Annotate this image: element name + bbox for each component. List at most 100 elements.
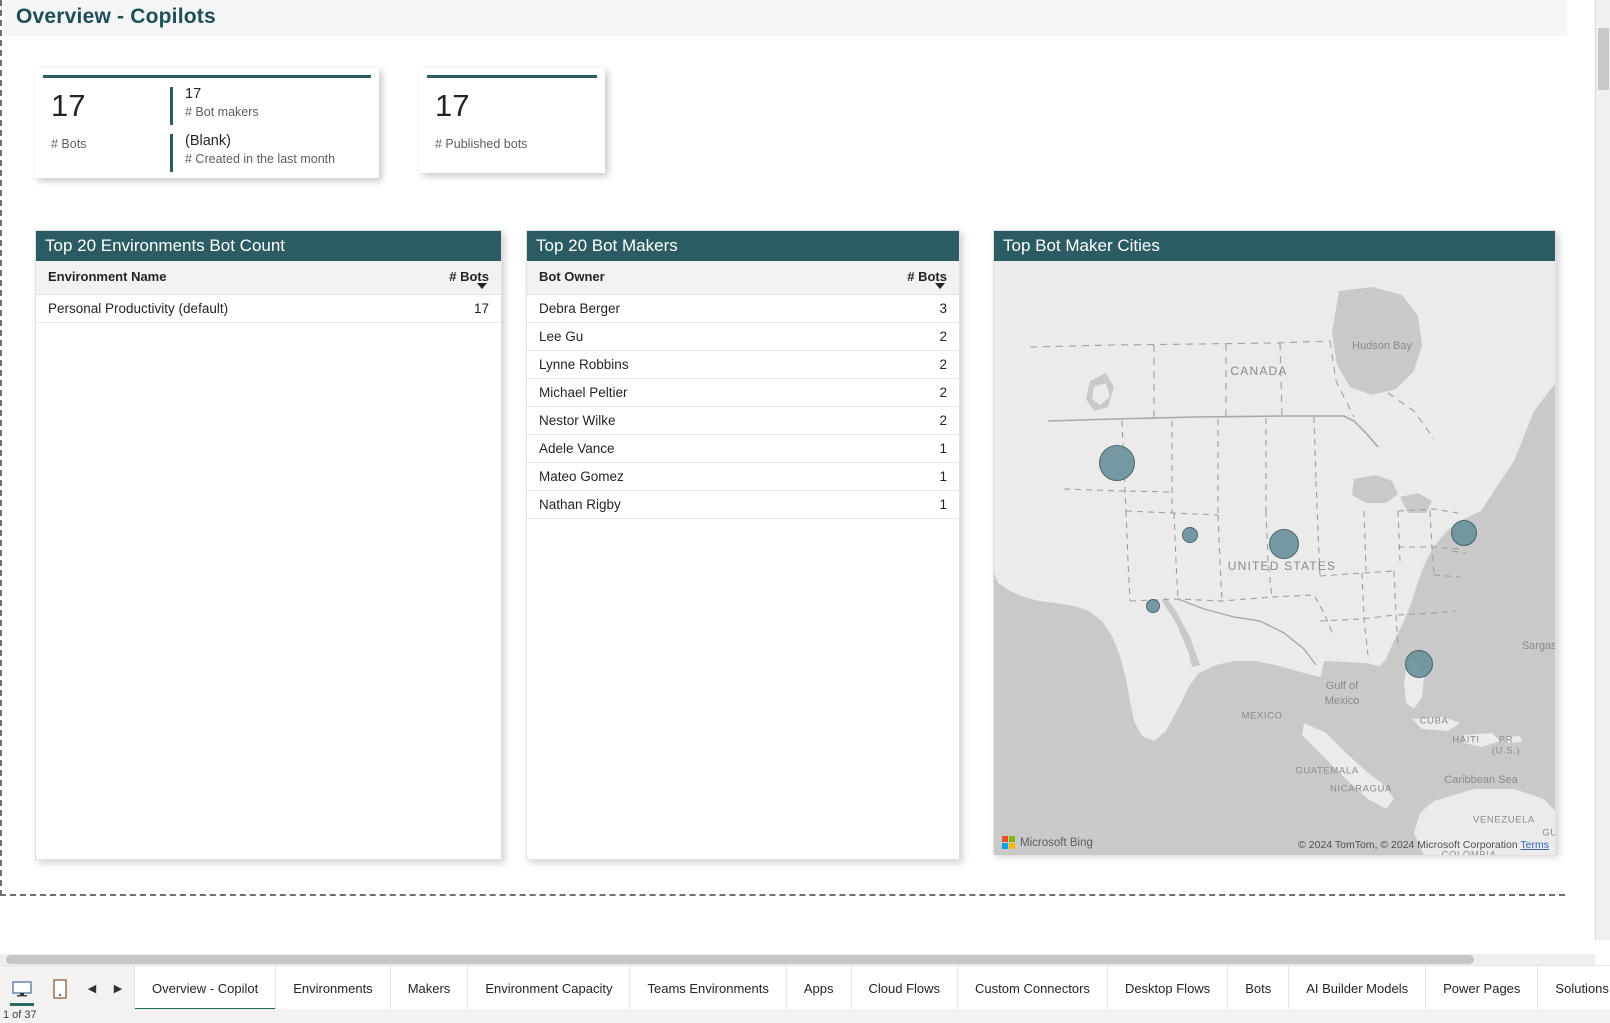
tab-list[interactable]: Overview - Copilot Environments Makers Envi… (134, 966, 1610, 1011)
bot-maker-cities-panel[interactable]: Top Bot Maker Cities CANADA Hudson Bay U… (993, 230, 1556, 855)
kpi-accent-bar (43, 75, 371, 78)
page-tab-label: Solutions (1555, 981, 1609, 996)
page-tab-label: Teams Environments (647, 981, 769, 996)
table-row[interactable]: Debra Berger 3 (527, 294, 959, 323)
cell-name: Personal Productivity (default) (36, 294, 390, 323)
bing-logo: Microsoft Bing (1002, 836, 1093, 849)
column-header-bots[interactable]: # Bots (389, 261, 501, 295)
table-row[interactable]: Lee Gu 2 (527, 322, 959, 351)
sort-descending-icon[interactable] (477, 283, 487, 289)
map-base-layer (994, 261, 1555, 855)
column-header-environment-name[interactable]: Environment Name (36, 261, 390, 295)
cell-name: Mateo Gomez (527, 462, 856, 491)
page-tab-solutions[interactable]: Solutions (1538, 966, 1610, 1011)
bot-makers-panel[interactable]: Top 20 Bot Makers Bot Owner # Bots Debra… (526, 230, 960, 860)
column-header-bots-label: # Bots (449, 269, 489, 284)
table-row[interactable]: Adele Vance 1 (527, 434, 959, 463)
table-header-row: Environment Name # Bots (36, 261, 501, 295)
sort-descending-icon[interactable] (935, 283, 945, 289)
page-tab-label: Cloud Flows (868, 981, 941, 996)
table-row[interactable]: Michael Peltier 2 (527, 378, 959, 407)
status-bar: 1 of 37 (0, 1009, 1610, 1023)
report-canvas: Overview - Copilots 17 # Bots 17 # Bot m… (0, 0, 1567, 896)
page-tab-desktop-flows[interactable]: Desktop Flows (1107, 966, 1229, 1011)
horizontal-scrollbar[interactable] (0, 954, 1595, 965)
view-tools-group[interactable]: ◀ ▶ (0, 966, 134, 1011)
bot-makers-table[interactable]: Bot Owner # Bots Debra Berger 3 Lee Gu 2 Lyn… (527, 261, 959, 519)
kpi-bot-makers-block: 17 # Bot makers (170, 87, 259, 125)
page-tab-ai-builder-models[interactable]: AI Builder Models (1289, 966, 1427, 1011)
page-tab-custom-connectors[interactable]: Custom Connectors (958, 966, 1108, 1011)
table-row[interactable]: Nathan Rigby 1 (527, 490, 959, 519)
environments-bot-count-panel[interactable]: Top 20 Environments Bot Count Environmen… (35, 230, 502, 860)
page-tab-label: Overview - Copilot (152, 981, 259, 996)
desktop-layout-button[interactable] (6, 966, 38, 1011)
page-tab-label: Apps (803, 981, 834, 996)
cell-name: Lynne Robbins (527, 350, 856, 379)
cell-bot-count: 1 (855, 434, 959, 463)
previous-page-button[interactable]: ◀ (82, 966, 102, 1011)
column-header-bot-owner[interactable]: Bot Owner (527, 261, 856, 295)
cell-name: Adele Vance (527, 434, 856, 463)
kpi-published-block: 17 # Published bots (435, 90, 527, 151)
map-panel-title: Top Bot Maker Cities (994, 231, 1555, 261)
cell-name: Lee Gu (527, 322, 856, 351)
page-tab-bar[interactable]: ◀ ▶ Overview - Copilot Environments Makers… (0, 965, 1610, 1011)
map-bubble-denver-kansas[interactable] (1269, 529, 1299, 559)
bot-makers-panel-title: Top 20 Bot Makers (527, 231, 959, 261)
next-page-button[interactable]: ▶ (108, 966, 128, 1011)
map-bubble-florida-area[interactable] (1405, 650, 1433, 678)
map-bubble-seattle-area[interactable] (1099, 445, 1135, 481)
chevron-left-icon: ◀ (87, 983, 97, 995)
page-tab-cloud-flows[interactable]: Cloud Flows (851, 966, 959, 1011)
page-title: Overview - Copilots (16, 5, 216, 28)
page-tab-overview-copilot[interactable]: Overview - Copilot (134, 966, 277, 1011)
table-header-row: Bot Owner # Bots (527, 261, 959, 295)
cell-bot-count: 3 (855, 294, 959, 323)
phone-icon (53, 978, 67, 999)
table-row[interactable]: Personal Productivity (default) 17 (36, 294, 501, 323)
page-tab-label: Environment Capacity (485, 981, 613, 996)
page-tab-makers[interactable]: Makers (390, 966, 469, 1011)
page-tab-label: Environments (293, 981, 373, 996)
cell-name: Nestor Wilke (527, 406, 856, 435)
kpi-card-bots[interactable]: 17 # Bots 17 # Bot makers (Blank) # Crea… (35, 68, 379, 178)
cell-bot-count: 2 (855, 322, 959, 351)
kpi-published-label: # Published bots (435, 137, 528, 151)
vertical-scrollbar-thumb[interactable] (1598, 28, 1609, 90)
page-tab-apps[interactable]: Apps (786, 966, 852, 1011)
kpi-created-last-month-value: (Blank) (185, 133, 231, 149)
page-tab-label: Custom Connectors (975, 981, 1090, 996)
map-canvas[interactable]: CANADA Hudson Bay UNITED STATES MEXICO Gulf … (994, 261, 1555, 855)
page-tab-power-pages[interactable]: Power Pages (1426, 966, 1539, 1011)
kpi-created-last-month-block: (Blank) # Created in the last month (170, 134, 335, 172)
table-row[interactable]: Nestor Wilke 2 (527, 406, 959, 435)
map-terms-link[interactable]: Terms (1520, 839, 1549, 851)
kpi-bot-makers-label: # Bot makers (185, 104, 259, 119)
kpi-published-value: 17 (435, 88, 470, 123)
map-bubble-northeast-coast[interactable] (1451, 520, 1477, 546)
active-view-indicator (10, 1003, 34, 1006)
map-bubble-salt-lake-area[interactable] (1182, 527, 1198, 543)
kpi-bots-value: 17 (51, 88, 86, 123)
page-tab-bots[interactable]: Bots (1228, 966, 1290, 1011)
map-attribution-text: © 2024 TomTom, © 2024 Microsoft Corporat… (1298, 839, 1518, 851)
page-tab-label: Power Pages (1443, 981, 1521, 996)
chevron-right-icon: ▶ (113, 983, 123, 995)
environments-table[interactable]: Environment Name # Bots Personal Product… (36, 261, 501, 323)
page-tab-environments[interactable]: Environments (276, 966, 391, 1011)
mobile-layout-button[interactable] (44, 966, 76, 1011)
horizontal-scrollbar-thumb[interactable] (6, 955, 1474, 964)
environments-panel-title: Top 20 Environments Bot Count (36, 231, 501, 261)
bing-logo-text: Microsoft Bing (1020, 836, 1093, 849)
map-attribution: © 2024 TomTom, © 2024 Microsoft Corporat… (1298, 839, 1549, 851)
cell-name: Nathan Rigby (527, 490, 856, 519)
page-tab-teams-environments[interactable]: Teams Environments (630, 966, 787, 1011)
vertical-scrollbar[interactable] (1595, 0, 1610, 940)
page-tab-environment-capacity[interactable]: Environment Capacity (468, 966, 631, 1011)
column-header-bots[interactable]: # Bots (855, 261, 959, 295)
table-row[interactable]: Lynne Robbins 2 (527, 350, 959, 379)
kpi-card-published-bots[interactable]: 17 # Published bots (419, 68, 605, 173)
table-row[interactable]: Mateo Gomez 1 (527, 462, 959, 491)
map-bubble-san-diego-area[interactable] (1146, 599, 1160, 613)
